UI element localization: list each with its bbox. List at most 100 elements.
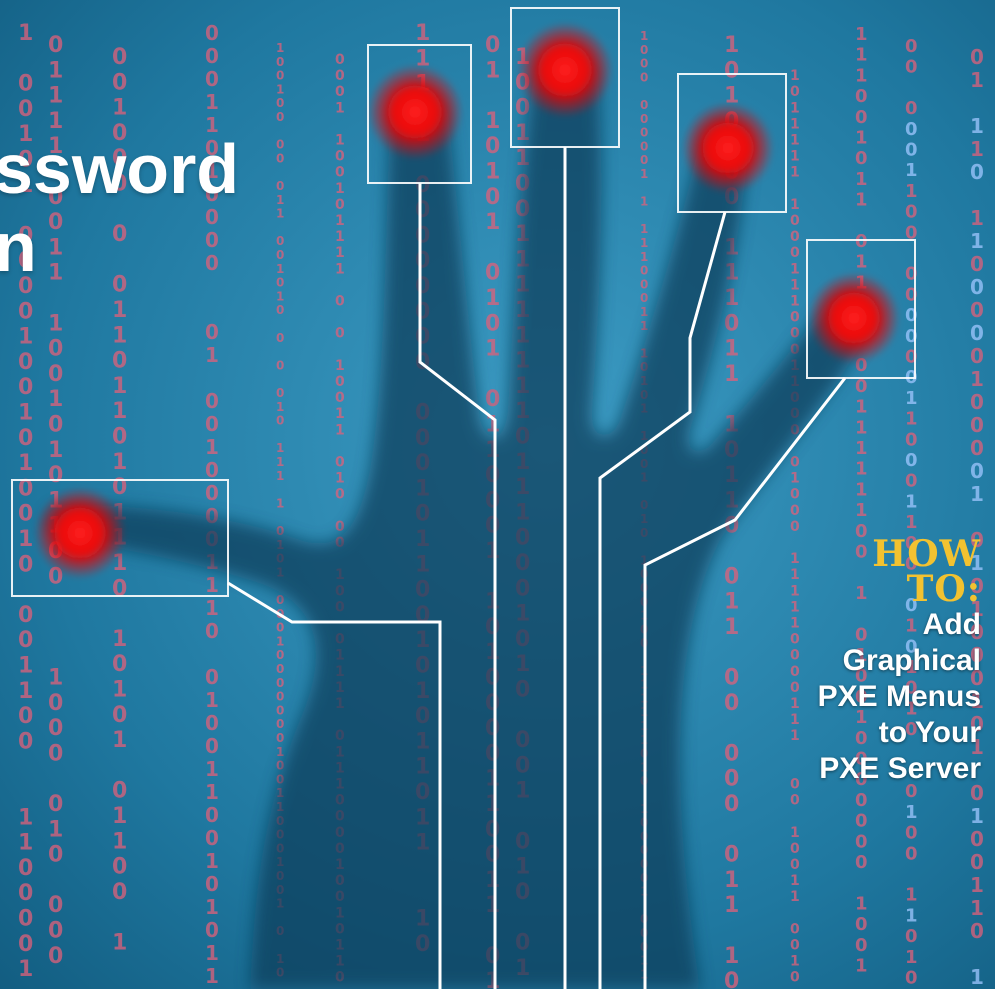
binary-digit: 0 (276, 110, 284, 124)
binary-digit: 0 (276, 96, 284, 110)
headline-line-2: n (0, 208, 37, 286)
binary-digit: 1 (640, 305, 648, 319)
binary-digit: 1 (970, 68, 984, 92)
binary-digit: 0 (276, 179, 284, 193)
binary-digit: 1 (48, 438, 63, 463)
binary-digit: 0 (970, 160, 984, 184)
binary-digit: 0 (790, 245, 800, 261)
binary-digit: 1 (790, 133, 800, 149)
binary-digit: 1 (205, 964, 219, 988)
binary-digit: 1 (276, 262, 284, 276)
binary-digit: 1 (205, 573, 219, 597)
binary-digit: 0 (276, 138, 284, 152)
binary-digit: 0 (112, 70, 127, 95)
binary-digit: 1 (276, 496, 284, 510)
binary-digit: 1 (276, 82, 284, 96)
binary-digit: 0 (335, 326, 345, 342)
binary-digit: 1 (18, 679, 33, 704)
binary-digit: 0 (335, 390, 345, 406)
binary-digit: 0 (18, 502, 33, 527)
binary-digit: 0 (640, 139, 648, 153)
binary-digit: 0 (205, 458, 219, 482)
binary-digit: 0 (335, 84, 345, 100)
binary-digit: 1 (112, 804, 127, 829)
binary-digit: 0 (335, 455, 345, 471)
binary-digit: 1 (205, 90, 219, 114)
binary-digit: 1 (724, 944, 739, 969)
binary-digit: 1 (790, 873, 800, 889)
binary-digit: 1 (905, 181, 918, 202)
binary-digit: 1 (276, 469, 284, 483)
binary-digit: 1 (790, 696, 800, 712)
binary-digit: 1 (112, 728, 127, 753)
binary-digit: 0 (640, 277, 648, 291)
binary-digit: 0 (790, 310, 800, 326)
binary-digit: 1 (335, 213, 345, 229)
binary-digit: 0 (335, 52, 345, 68)
binary-digit: 0 (724, 792, 739, 817)
binary-digit: 1 (640, 167, 648, 181)
binary-digit: 0 (205, 481, 219, 505)
binary-digit: 0 (970, 827, 984, 851)
binary-digit: 1 (335, 100, 345, 116)
binary-digit: 1 (276, 41, 284, 55)
binary-digit: 1 (905, 491, 918, 512)
binary-digit: 1 (276, 441, 284, 455)
binary-digit: 0 (970, 390, 984, 414)
binary-digit: 1 (276, 634, 284, 648)
binary-digit: 0 (790, 648, 800, 664)
binary-digit: 0 (112, 703, 127, 728)
binary-digit: 0 (640, 112, 648, 126)
binary-digit: 0 (905, 140, 918, 161)
binary-digit: 0 (640, 126, 648, 140)
binary-digit: 1 (18, 527, 33, 552)
binary-digit: 0 (905, 98, 918, 119)
binary-digit: 1 (18, 401, 33, 426)
binary-digit: 0 (790, 519, 800, 535)
binary-digit: 1 (18, 654, 33, 679)
binary-digit: 1 (970, 482, 984, 506)
binary-digit: 0 (970, 459, 984, 483)
binary-digit: 0 (112, 349, 127, 374)
binary-digit: 0 (790, 664, 800, 680)
binary-digit: 0 (276, 55, 284, 69)
binary-digit: 0 (18, 350, 33, 375)
how-to-title-line-3: PXE Menus (817, 680, 981, 713)
binary-digit: 1 (112, 96, 127, 121)
binary-digit: 0 (640, 291, 648, 305)
binary-digit: 0 (205, 389, 219, 413)
binary-digit: 0 (276, 593, 284, 607)
binary-digit: 0 (970, 45, 984, 69)
binary-digit: 0 (724, 311, 739, 336)
binary-digit: 0 (48, 944, 63, 969)
binary-digit: 0 (855, 790, 868, 811)
binary-digit: 0 (790, 487, 800, 503)
binary-digit: 1 (855, 397, 868, 418)
binary-digit: 1 (855, 252, 868, 273)
binary-digit: 0 (205, 803, 219, 827)
binary-digit: 0 (276, 276, 284, 290)
binary-digit: 1 (724, 868, 739, 893)
binary-digit: 1 (855, 438, 868, 459)
binary-digit: 0 (790, 84, 800, 100)
binary-digit: 0 (335, 374, 345, 390)
binary-digit: 1 (790, 728, 800, 744)
binary-digit: 0 (724, 666, 739, 691)
binary-digit: 1 (205, 343, 219, 367)
binary-digit: 0 (790, 777, 800, 793)
binary-digit: 0 (970, 919, 984, 943)
binary-digit: 1 (724, 590, 739, 615)
binary-digit: 1 (112, 374, 127, 399)
binary-digit: 0 (48, 413, 63, 438)
binary-digit: 1 (48, 58, 63, 83)
binary-digit: 0 (48, 362, 63, 387)
binary-digit: 1 (48, 311, 63, 336)
binary-digit: 0 (112, 880, 127, 905)
binary-digit: 1 (485, 58, 500, 83)
binary-digit: 0 (205, 21, 219, 45)
binary-digit: 0 (205, 918, 219, 942)
binary-digit: 0 (790, 326, 800, 342)
binary-digit: 1 (205, 941, 219, 965)
binary-digit: 1 (855, 500, 868, 521)
binary-digit: 0 (905, 202, 918, 223)
